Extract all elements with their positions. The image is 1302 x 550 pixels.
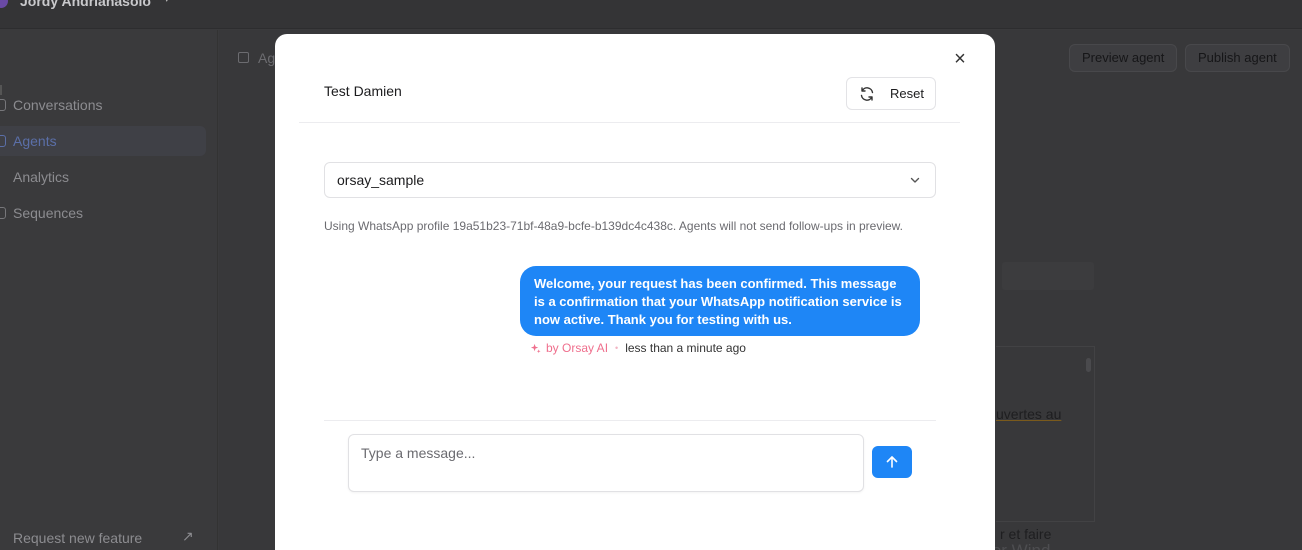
sidebar-item-label: Analytics	[13, 169, 70, 185]
refresh-icon	[860, 86, 874, 101]
avatar[interactable]	[0, 0, 8, 8]
request-feature-link[interactable]: Request new feature	[13, 530, 142, 546]
background-editor	[996, 346, 1095, 522]
external-link-icon: ↗	[182, 528, 194, 544]
by-ai-label: by Orsay AI	[546, 341, 609, 355]
sparkle-icon	[530, 343, 541, 353]
sidebar-item-label: Sequences	[13, 205, 84, 221]
sequence-icon	[0, 207, 6, 219]
divider	[299, 122, 960, 123]
publish-agent-button[interactable]: Publish agent	[1185, 44, 1290, 72]
close-icon[interactable]: ×	[951, 49, 969, 69]
user-name[interactable]: Jordy Andrianasolo	[20, 0, 151, 9]
sidebar-item-conversations[interactable]: Conversations	[0, 90, 206, 120]
message-timestamp: less than a minute ago	[625, 341, 746, 355]
top-bar: Jordy Andrianasolo ▾	[0, 0, 1302, 29]
info-text: Using WhatsApp profile 19a51b23-71bf-48a…	[324, 219, 904, 233]
profile-select[interactable]: orsay_sample	[324, 162, 936, 198]
sidebar-item-agents[interactable]: Agents	[0, 126, 206, 156]
breadcrumb[interactable]: Ag	[258, 50, 275, 66]
message-meta: by Orsay AI • less than a minute ago	[530, 341, 746, 355]
sidebar: Conversations Agents Analytics Sequences	[0, 30, 218, 550]
test-agent-dialog: × Test Damien Reset orsay_sample Using W…	[275, 34, 995, 550]
editor-text: r et faire	[1000, 526, 1052, 542]
preview-agent-button[interactable]: Preview agent	[1069, 44, 1178, 72]
editor-text: uvertes au	[996, 406, 1062, 422]
editor-scrollbar[interactable]	[1086, 358, 1091, 372]
dialog-title: Test Damien	[324, 83, 402, 99]
divider	[324, 420, 936, 421]
chevron-down-icon	[910, 177, 920, 183]
message-input[interactable]	[348, 434, 864, 492]
agent-page-icon	[238, 52, 249, 63]
message-bubble: Welcome, your request has been confirmed…	[520, 266, 920, 336]
select-value: orsay_sample	[337, 172, 425, 188]
sidebar-item-analytics[interactable]: Analytics	[0, 162, 206, 192]
chevron-down-icon[interactable]: ▾	[164, 0, 170, 5]
background-panel	[1002, 262, 1094, 290]
sidebar-item-label: Conversations	[13, 97, 103, 113]
reset-label: Reset	[890, 86, 924, 101]
separator: •	[615, 343, 619, 353]
sidebar-item-label: Agents	[13, 133, 57, 149]
sidebar-item-sequences[interactable]: Sequences	[0, 198, 206, 228]
chat-icon	[0, 99, 6, 111]
agent-icon	[0, 135, 6, 147]
send-button[interactable]	[872, 446, 912, 478]
arrow-up-icon	[886, 456, 898, 468]
reset-button[interactable]: Reset	[846, 77, 936, 110]
